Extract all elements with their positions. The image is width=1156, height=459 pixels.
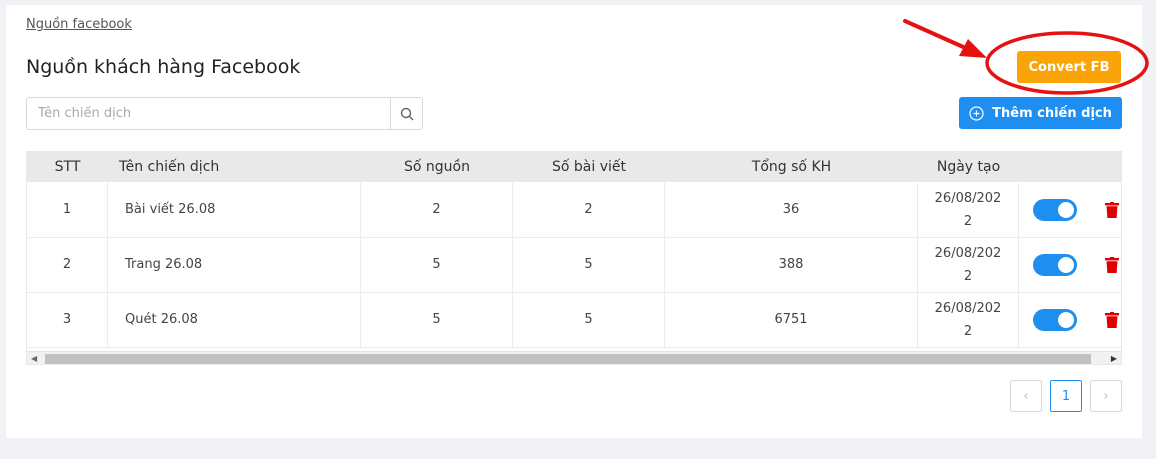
- row-date: 26/08/2022: [918, 182, 1019, 237]
- row-name: Quét 26.08: [108, 292, 361, 347]
- column-header-posts: Số bài viết: [552, 159, 626, 175]
- search-input[interactable]: [27, 98, 390, 129]
- row-total: 6751: [665, 292, 918, 347]
- pagination-page[interactable]: 1: [1050, 380, 1082, 412]
- row-date-text: 26/08/2022: [934, 300, 1002, 339]
- table-row: 1 Bài viết 26.08 2 2 36 26/08/2022: [27, 182, 1121, 238]
- search-box: [26, 97, 423, 130]
- breadcrumb[interactable]: Nguồn facebook: [26, 17, 132, 32]
- trash-icon[interactable]: [1105, 256, 1119, 273]
- row-stt: 3: [27, 292, 108, 347]
- row-date-text: 26/08/2022: [934, 190, 1002, 229]
- campaign-table: STT Tên chiến dịch Số nguồn Số bài viết …: [26, 151, 1122, 365]
- row-sources: 2: [361, 182, 513, 237]
- table-row: 3 Quét 26.08 5 5 6751 26/08/2022: [27, 292, 1121, 348]
- plus-circle-icon: [969, 105, 984, 121]
- row-name: Bài viết 26.08: [108, 182, 361, 237]
- row-actions: [1019, 292, 1121, 347]
- page-title: Nguồn khách hàng Facebook: [26, 56, 301, 78]
- toggle-knob: [1058, 311, 1074, 328]
- trash-icon[interactable]: [1105, 311, 1119, 328]
- trash-icon[interactable]: [1105, 201, 1119, 218]
- scrollbar-thumb[interactable]: [45, 354, 1091, 364]
- main-card: Nguồn facebook Nguồn khách hàng Facebook…: [6, 5, 1142, 438]
- row-total: 388: [665, 237, 918, 292]
- column-header-total: Tổng số KH: [751, 159, 832, 175]
- row-stt: 2: [27, 237, 108, 292]
- row-posts: 5: [513, 292, 665, 347]
- column-header-stt: STT: [54, 159, 81, 175]
- convert-fb-button[interactable]: Convert FB: [1017, 51, 1121, 83]
- status-toggle[interactable]: [1033, 308, 1077, 331]
- caret-left-icon[interactable]: ◀: [31, 354, 37, 363]
- add-campaign-button[interactable]: Thêm chiến dịch: [959, 97, 1122, 129]
- row-sources: 5: [361, 292, 513, 347]
- row-total: 36: [665, 182, 918, 237]
- column-header-date: Ngày tạo: [936, 158, 1001, 175]
- toggle-knob: [1058, 201, 1074, 218]
- caret-right-icon[interactable]: ▶: [1111, 354, 1117, 363]
- row-actions: [1019, 182, 1121, 237]
- row-sources: 5: [361, 237, 513, 292]
- status-toggle[interactable]: [1033, 198, 1077, 221]
- row-date: 26/08/2022: [918, 237, 1019, 292]
- status-toggle[interactable]: [1033, 253, 1077, 276]
- row-posts: 2: [513, 182, 665, 237]
- row-stt: 1: [27, 182, 108, 237]
- row-date-text: 26/08/2022: [934, 245, 1002, 284]
- column-header-actions: [1019, 152, 1121, 182]
- pagination-prev[interactable]: ‹: [1010, 380, 1042, 412]
- column-header-sources: Số nguồn: [404, 159, 470, 175]
- add-campaign-label: Thêm chiến dịch: [992, 105, 1112, 121]
- row-posts: 5: [513, 237, 665, 292]
- column-header-name: Tên chiến dịch: [119, 159, 220, 175]
- table-row: 2 Trang 26.08 5 5 388 26/08/2022: [27, 237, 1121, 293]
- pagination-next[interactable]: ›: [1090, 380, 1122, 412]
- search-icon: [400, 107, 413, 120]
- horizontal-scrollbar[interactable]: ◀ ▶: [27, 351, 1121, 364]
- toggle-knob: [1058, 256, 1074, 273]
- table-header: STT Tên chiến dịch Số nguồn Số bài viết …: [27, 152, 1121, 182]
- search-button[interactable]: [390, 98, 422, 129]
- row-actions: [1019, 237, 1121, 292]
- row-name: Trang 26.08: [108, 237, 361, 292]
- row-date: 26/08/2022: [918, 292, 1019, 347]
